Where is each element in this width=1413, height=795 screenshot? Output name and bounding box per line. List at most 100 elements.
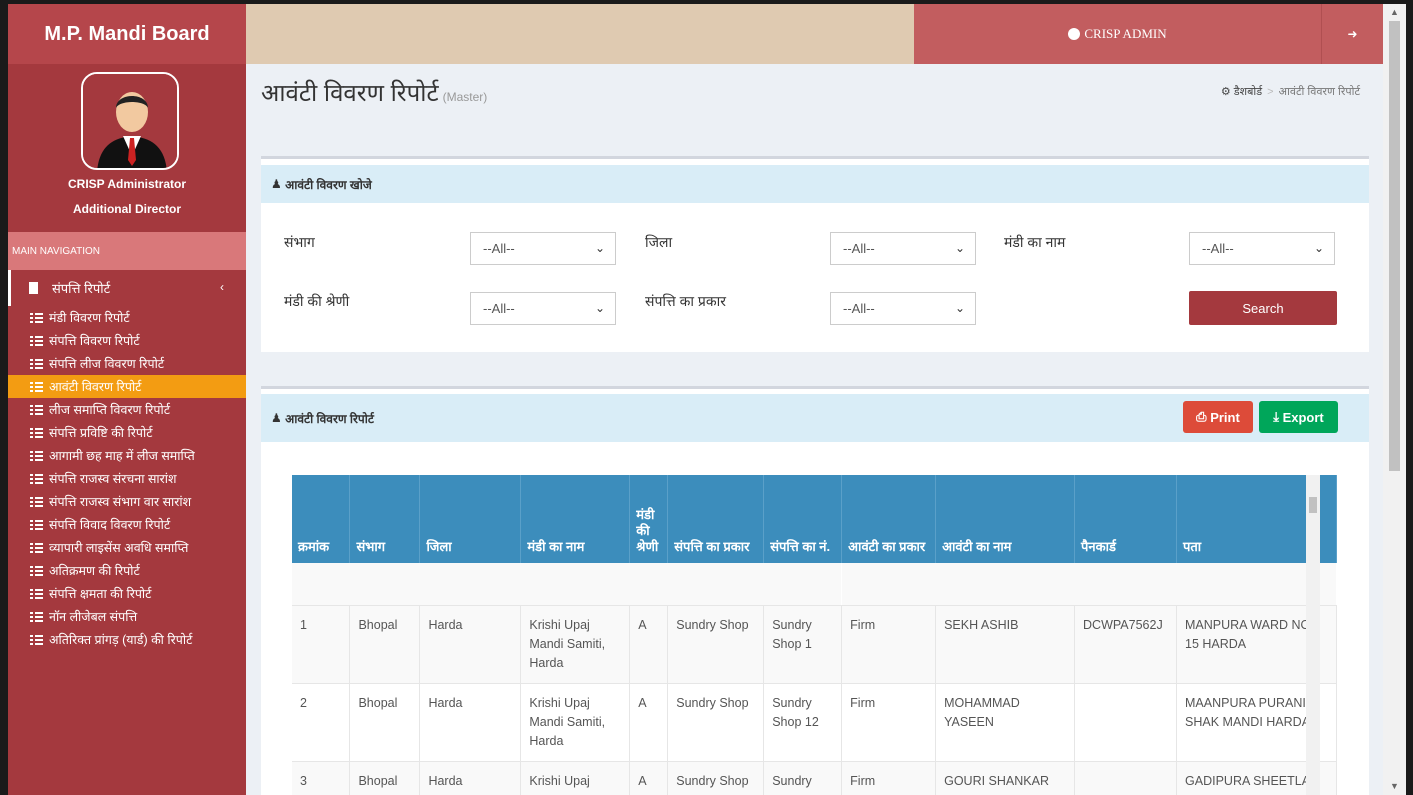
breadcrumb-home[interactable]: डैशबोर्ड [1234, 86, 1262, 98]
sign-out-icon: ➜ [1347, 27, 1358, 41]
user-panel: CRISP Administrator Additional Director [8, 64, 246, 232]
category-select-value: --All-- [483, 301, 515, 316]
property-type-select[interactable]: --All-- ⌄ [830, 292, 976, 325]
sidebar-item-label: संपत्ति लीज विवरण रिपोर्ट [49, 357, 165, 371]
table-cell: SEKH ASHIB [935, 605, 1076, 684]
table-cell: Krishi Upaj Mandi Samiti, Harda [520, 605, 631, 684]
report-table: क्रमांक संभाग जिला मंडी का नाम मंडी की श्रेण… [292, 475, 1337, 795]
sidebar-menu-label: संपत्ति रिपोर्ट [52, 281, 111, 296]
page-scrollbar[interactable]: ▲ ▼ [1383, 4, 1406, 795]
sidebar-item[interactable]: संपत्ति राजस्व संभाग वार सारांश [8, 490, 246, 513]
table-scrollbar[interactable] [1306, 475, 1320, 795]
user-name: CRISP Administrator [67, 177, 187, 191]
column-header[interactable]: मंडी की श्रेणी [629, 475, 669, 563]
chevron-down-icon: ⌄ [594, 241, 605, 255]
chevron-down-icon: ⌄ [954, 301, 965, 315]
page-scrollbar-thumb[interactable] [1389, 21, 1400, 471]
export-button[interactable]: ⤓ Export [1259, 401, 1338, 433]
column-header[interactable]: मंडी का नाम [520, 475, 631, 563]
scroll-down-icon[interactable]: ▼ [1390, 781, 1399, 791]
sidebar-item[interactable]: आवंटी विवरण रिपोर्ट [8, 375, 246, 398]
column-header[interactable]: संपत्ति का नं. [763, 475, 843, 563]
table-row: 3 Bhopal Harda Krishi Upaj A Sundry Shop Sundr… [292, 761, 1337, 795]
table-cell [1074, 683, 1178, 762]
sidebar-item[interactable]: व्यापारी लाइसेंस अवधि समाप्ति [8, 536, 246, 559]
table-cell: MOHAMMAD YASEEN [935, 683, 1076, 762]
table-scrollbar-thumb[interactable] [1309, 497, 1317, 513]
table-cell: Sundry Shop 1 [763, 605, 843, 684]
search-box: ♟ आवंटी विवरण खोजे संभाग --All-- ⌄ जिला -… [261, 156, 1369, 352]
nav-header: MAIN NAVIGATION [8, 232, 246, 270]
table-cell: Krishi Upaj Mandi Samiti, Harda [520, 683, 631, 762]
sidebar-menu-property-reports[interactable]: संपत्ति रिपोर्ट ‹ [8, 270, 246, 306]
breadcrumb: ⚙ डैशबोर्ड > आवंटी विवरण रिपोर्ट [1221, 84, 1360, 99]
th-list-icon [30, 611, 43, 622]
print-button[interactable]: ⎙ Print [1183, 401, 1253, 433]
table-cell: Harda [419, 761, 522, 795]
header-band-row [292, 563, 1337, 606]
user-menu-button[interactable]: CRISP ADMIN [914, 4, 1321, 64]
sidebar-item[interactable]: लीज समाप्ति विवरण रिपोर्ट [8, 398, 246, 421]
column-header[interactable]: संपत्ति का प्रकार [667, 475, 765, 563]
report-table-container: क्रमांक संभाग जिला मंडी का नाम मंडी की श्रेण… [292, 475, 1337, 795]
table-cell: DCWPA7562J [1074, 605, 1178, 684]
column-header[interactable]: जिला [419, 475, 522, 563]
sidebar-item[interactable]: अतिरिक्त प्रांगड़ (यार्ड) की रिपोर्ट [8, 628, 246, 651]
mandi-name-select[interactable]: --All-- ⌄ [1189, 232, 1335, 265]
header-band-left [292, 563, 843, 606]
sidebar-item[interactable]: अतिक्रमण की रिपोर्ट [8, 559, 246, 582]
th-list-icon [30, 358, 43, 369]
sidebar-item[interactable]: संपत्ति राजस्व संरचना सारांश [8, 467, 246, 490]
th-list-icon [30, 381, 43, 392]
table-cell: Sundry Shop [667, 605, 765, 684]
logout-button[interactable]: ➜ [1321, 4, 1383, 64]
table-cell: Firm [841, 605, 937, 684]
column-header[interactable]: संभाग [349, 475, 421, 563]
table-cell: GOURI SHANKAR [935, 761, 1076, 795]
sidebar-item[interactable]: आगामी छह माह में लीज समाप्ति [8, 444, 246, 467]
category-select[interactable]: --All-- ⌄ [470, 292, 616, 325]
district-select[interactable]: --All-- ⌄ [830, 232, 976, 265]
column-header[interactable]: आवंटी का प्रकार [841, 475, 937, 563]
table-cell: Krishi Upaj [520, 761, 631, 795]
sidebar-item[interactable]: संपत्ति प्रविष्टि की रिपोर्ट [8, 421, 246, 444]
sidebar-item[interactable]: मंडी विवरण रिपोर्ट [8, 306, 246, 329]
sidebar-item-label: अतिक्रमण की रिपोर्ट [49, 564, 140, 578]
table-cell [1074, 761, 1178, 795]
sidebar-item-label: मंडी विवरण रिपोर्ट [49, 311, 130, 325]
table-row: 1 Bhopal Harda Krishi Upaj Mandi Samiti, Ha… [292, 605, 1337, 684]
document-icon [29, 282, 38, 294]
sidebar-item[interactable]: संपत्ति विवरण रिपोर्ट [8, 329, 246, 352]
table-cell: Harda [419, 683, 522, 762]
user-role: Additional Director [72, 202, 181, 216]
sidebar-item[interactable]: नॉन लीजेबल संपत्ति [8, 605, 246, 628]
print-button-label: Print [1210, 409, 1240, 425]
th-list-icon [30, 450, 43, 461]
search-button[interactable]: Search [1189, 291, 1337, 325]
brand-logo[interactable]: M.P. Mandi Board [8, 4, 246, 64]
chevron-down-icon: ⌄ [1313, 241, 1324, 255]
column-header[interactable]: आवंटी का नाम [935, 475, 1076, 563]
download-icon: ⤓ [1273, 409, 1283, 424]
th-list-icon [30, 473, 43, 484]
column-header[interactable]: पैनकार्ड [1074, 475, 1178, 563]
scroll-up-icon[interactable]: ▲ [1390, 7, 1399, 17]
print-icon: ⎙ [1196, 409, 1211, 424]
sidebar-item[interactable]: संपत्ति लीज विवरण रिपोर्ट [8, 352, 246, 375]
division-select[interactable]: --All-- ⌄ [470, 232, 616, 265]
sidebar-item[interactable]: संपत्ति क्षमता की रिपोर्ट [8, 582, 246, 605]
sidebar-item-label: संपत्ति राजस्व संभाग वार सारांश [49, 495, 192, 509]
th-list-icon [30, 404, 43, 415]
category-label: मंडी की श्रेणी [284, 293, 350, 309]
sidebar-item[interactable]: संपत्ति विवाद विवरण रिपोर्ट [8, 513, 246, 536]
sidebar-item-label: लीज समाप्ति विवरण रिपोर्ट [49, 403, 171, 417]
property-type-select-value: --All-- [843, 301, 875, 316]
sidebar-item-label: नॉन लीजेबल संपत्ति [49, 610, 138, 624]
report-box-title: आवंटी विवरण रिपोर्ट [285, 411, 374, 426]
table-cell: 3 [292, 761, 351, 795]
district-select-value: --All-- [843, 241, 875, 256]
topbar [246, 4, 914, 64]
sidebar-item-label: संपत्ति क्षमता की रिपोर्ट [49, 587, 152, 601]
breadcrumb-current: आवंटी विवरण रिपोर्ट [1278, 86, 1360, 98]
column-header[interactable]: क्रमांक [292, 475, 351, 563]
